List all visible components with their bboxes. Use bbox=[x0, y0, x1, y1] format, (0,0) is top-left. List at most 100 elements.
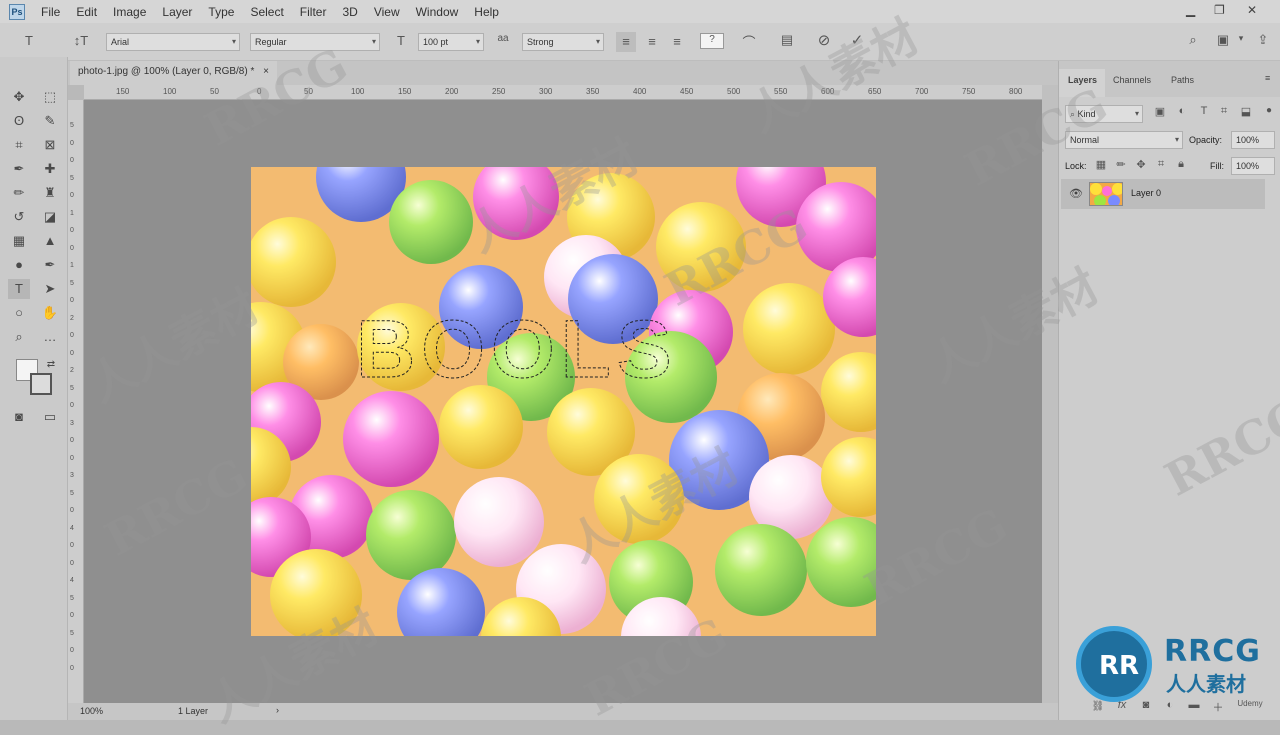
text-selection-marquee[interactable]: BOOLS bbox=[351, 307, 711, 387]
status-arrow-icon[interactable]: › bbox=[276, 705, 279, 715]
menu-view[interactable]: View bbox=[374, 5, 400, 19]
menu-window[interactable]: Window bbox=[416, 5, 459, 19]
layer-thumbnail-image bbox=[1090, 183, 1122, 205]
restore-icon[interactable]: ❐ bbox=[1214, 3, 1225, 17]
ellipse-tool-icon[interactable]: ○ bbox=[8, 303, 30, 323]
menu-layer[interactable]: Layer bbox=[162, 5, 192, 19]
toolbox: ✥ ⬚ ʘ ✎ ⌗ ⊠ ✒ ✚ ✏ ♜ ↺ ◪ ▦ ▲ ● ✒ T ➤ ○ ✋ … bbox=[0, 57, 68, 720]
pen-tool-icon[interactable]: ✒ bbox=[39, 255, 61, 275]
new-layer-icon[interactable]: ＋ bbox=[1211, 699, 1225, 715]
crop-tool-icon[interactable]: ⌗ bbox=[8, 135, 30, 155]
font-size-select[interactable]: 100 pt ▾ bbox=[418, 33, 484, 51]
adjustment-layer-icon[interactable]: ◐ bbox=[1163, 699, 1177, 711]
zoom-level[interactable]: 100% bbox=[80, 706, 103, 716]
brush-tool-icon[interactable]: ✏ bbox=[8, 183, 30, 203]
eye-icon[interactable]: 👁︎ bbox=[1069, 187, 1083, 200]
pixel-filter-icon[interactable]: ▣ bbox=[1153, 105, 1167, 118]
blend-mode-select[interactable]: Normal ▾ bbox=[1065, 131, 1183, 149]
close-tab-icon[interactable]: × bbox=[263, 66, 269, 77]
rrcg-brand-name: RRCG bbox=[1164, 634, 1261, 669]
align-right-icon[interactable]: ≡ bbox=[667, 32, 687, 52]
type-tool-icon[interactable]: T bbox=[8, 279, 30, 299]
close-window-icon[interactable]: ✕ bbox=[1247, 3, 1257, 17]
opacity-input[interactable]: 100% bbox=[1231, 131, 1275, 149]
path-select-tool-icon[interactable]: ➤ bbox=[39, 279, 61, 299]
menu-edit[interactable]: Edit bbox=[76, 5, 97, 19]
lock-artboard-icon[interactable]: ⌗ bbox=[1155, 158, 1167, 171]
align-left-icon[interactable]: ≡ bbox=[616, 32, 636, 52]
font-family-select[interactable]: Arial ▾ bbox=[106, 33, 240, 51]
document-image[interactable]: BOOLS bbox=[251, 167, 876, 636]
dodge-tool-icon[interactable]: ● bbox=[8, 255, 30, 275]
minimize-icon[interactable]: ▁ bbox=[1186, 3, 1195, 17]
layer-row[interactable]: 👁︎ Layer 0 bbox=[1061, 179, 1265, 209]
eraser-tool-icon[interactable]: ◪ bbox=[39, 207, 61, 227]
align-center-icon[interactable]: ≡ bbox=[642, 32, 662, 52]
font-style-select[interactable]: Regular ▾ bbox=[250, 33, 380, 51]
share-icon[interactable]: ⇪ bbox=[1254, 32, 1272, 48]
menu-image[interactable]: Image bbox=[113, 5, 146, 19]
filter-toggle-icon[interactable]: ● bbox=[1264, 105, 1274, 116]
ruler-tick-label: 150 bbox=[116, 87, 130, 96]
screen-mode-icon[interactable]: ▭ bbox=[39, 407, 61, 427]
chevron-down-icon: ▾ bbox=[1134, 109, 1139, 118]
hand-tool-icon[interactable]: ✋ bbox=[39, 303, 61, 323]
panel-menu-icon[interactable]: ≡ bbox=[1265, 73, 1270, 83]
history-brush-tool-icon[interactable]: ↺ bbox=[8, 207, 30, 227]
lock-pixels-icon[interactable]: ✏ bbox=[1115, 158, 1127, 171]
fill-input[interactable]: 100% bbox=[1231, 157, 1275, 175]
link-layers-icon[interactable]: ⛓ bbox=[1091, 701, 1105, 712]
mask-icon[interactable]: ◙ bbox=[1139, 699, 1153, 711]
ruler-tick-label: 5 bbox=[70, 279, 74, 287]
tab-paths[interactable]: Paths bbox=[1171, 75, 1194, 85]
document-tab[interactable]: photo-1.jpg @ 100% (Layer 0, RGB/8) * × bbox=[70, 61, 277, 85]
lock-all-icon[interactable]: 🔒︎ bbox=[1175, 158, 1187, 171]
move-tool-icon[interactable]: ✥ bbox=[8, 87, 30, 107]
quick-mask-icon[interactable]: ◙ bbox=[8, 407, 30, 427]
swap-colors-icon[interactable]: ⇄ bbox=[40, 355, 62, 375]
stamp-tool-icon[interactable]: ♜ bbox=[39, 183, 61, 203]
menu-3d[interactable]: 3D bbox=[342, 5, 357, 19]
gradient-tool-icon[interactable]: ▦ bbox=[8, 231, 30, 251]
tab-channels[interactable]: Channels bbox=[1113, 75, 1151, 85]
blur-tool-icon[interactable]: ▲ bbox=[39, 231, 61, 251]
chevron-down-icon[interactable]: ▾ bbox=[1236, 33, 1246, 44]
ruler-tick-label: 0 bbox=[70, 437, 74, 444]
quick-select-tool-icon[interactable]: ✎ bbox=[39, 111, 61, 131]
rrcg-logo-mark: RR bbox=[1099, 651, 1140, 681]
marquee-tool-icon[interactable]: ⬚ bbox=[39, 87, 61, 107]
search-icon[interactable]: ⌕ bbox=[1184, 32, 1202, 48]
adjustment-filter-icon[interactable]: ◐ bbox=[1175, 105, 1189, 117]
layer-filter-select[interactable]: ⌕ Kind ▾ bbox=[1065, 105, 1143, 123]
smart-object-filter-icon[interactable]: ⬓ bbox=[1239, 105, 1253, 118]
menu-type[interactable]: Type bbox=[208, 5, 234, 19]
fill-value: 100% bbox=[1236, 161, 1260, 171]
background-color-swatch[interactable] bbox=[30, 373, 52, 395]
menu-help[interactable]: Help bbox=[474, 5, 499, 19]
text-color-swatch[interactable]: ? bbox=[700, 33, 724, 49]
vertical-scrollbar[interactable] bbox=[1042, 85, 1058, 703]
character-panel-icon[interactable]: ▤ bbox=[778, 32, 796, 48]
lock-position-icon[interactable]: ✥ bbox=[1135, 158, 1147, 171]
commit-icon[interactable]: ✓ bbox=[847, 31, 867, 49]
healing-tool-icon[interactable]: ✚ bbox=[39, 159, 61, 179]
workspace-icon[interactable]: ▣ bbox=[1212, 32, 1234, 48]
type-filter-icon[interactable]: T bbox=[1197, 105, 1211, 117]
zoom-tool-icon[interactable]: ⌕ bbox=[8, 327, 30, 347]
lasso-tool-icon[interactable]: ʘ bbox=[8, 111, 30, 131]
shape-filter-icon[interactable]: ⌗ bbox=[1217, 105, 1231, 118]
cancel-icon[interactable]: ⊘ bbox=[814, 31, 834, 49]
type-tool-preset-icon[interactable]: T bbox=[20, 33, 38, 48]
menu-file[interactable]: File bbox=[41, 5, 60, 19]
group-icon[interactable]: ▬ bbox=[1187, 699, 1201, 711]
menu-select[interactable]: Select bbox=[250, 5, 283, 19]
antialias-select[interactable]: Strong ▾ bbox=[522, 33, 604, 51]
warp-text-icon[interactable]: ⌒ bbox=[740, 32, 758, 51]
menu-filter[interactable]: Filter bbox=[300, 5, 327, 19]
eyedropper-tool-icon[interactable]: ✒ bbox=[8, 159, 30, 179]
tab-layers[interactable]: Layers bbox=[1068, 75, 1097, 85]
frame-tool-icon[interactable]: ⊠ bbox=[39, 135, 61, 155]
text-orientation-icon[interactable]: ↕T bbox=[72, 33, 90, 48]
lock-transparency-icon[interactable]: ▦ bbox=[1095, 158, 1107, 171]
more-tools-icon[interactable]: … bbox=[39, 327, 61, 347]
